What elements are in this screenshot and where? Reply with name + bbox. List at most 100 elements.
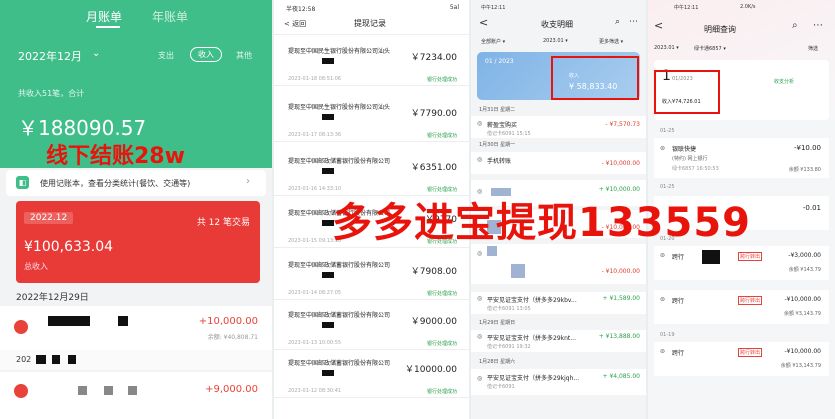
back-button[interactable]: <	[479, 16, 488, 29]
item-sub: 借记卡6091	[487, 384, 515, 390]
item-name: 提现至中国邮政储蓄银行股份有限公司	[288, 158, 391, 165]
tab-indicator	[96, 26, 120, 28]
item-amount: ￥7790.00	[410, 109, 457, 119]
item-amount: -¥10,000.00	[784, 348, 821, 355]
list-item[interactable]: ⊜ 跨行 跨行转出 -¥3,000.00 余额 ¥143.79	[654, 246, 829, 280]
card-amount: ¥100,633.04	[24, 239, 114, 255]
item-status: 银行处理成功	[426, 77, 457, 83]
item-sub: 借记卡6091 13:05	[487, 306, 531, 312]
transfer-icon: ◎	[477, 156, 483, 163]
tab-month[interactable]: 月账单	[86, 8, 122, 25]
item-name: 平安见证宝支付（拼多多29kbv...	[487, 297, 577, 304]
ledger-tip-bar[interactable]: ◧ 使用记账本，查看分类统计(餐饮、交通等) ›	[6, 170, 266, 196]
item-sub: 借记卡6091 19:32	[487, 344, 531, 350]
list-item[interactable]: 提现至中国邮政储蓄银行股份有限公司 ￥6351.00 2023-01-16 14:3…	[274, 146, 469, 196]
list-item[interactable]: 提现至中国邮政储蓄银行股份有限公司 ￥10000.00 2023-01-12 08:…	[274, 348, 469, 398]
status-time: 半夜12:58	[286, 6, 316, 13]
redaction	[118, 316, 128, 326]
amount: +9,000.00	[205, 384, 258, 395]
filter-button[interactable]: 筛选	[808, 45, 818, 52]
card-icon: ⊜	[660, 252, 666, 259]
summary-text: 共收入51笔，合计	[18, 89, 85, 98]
list-item[interactable]: 提现至中国邮政储蓄银行股份有限公司 ￥9000.00 2023-01-13 10:0…	[274, 300, 469, 350]
filter-card[interactable]: 绿卡通6857 ▾	[694, 45, 726, 52]
card-month: 2022.12	[24, 212, 74, 224]
list-item[interactable]: 提现至中国民生银行股份有限公司汕头 ￥7790.00 2023-01-17 08:1…	[274, 92, 469, 142]
item-amount: -0.01	[802, 204, 821, 212]
item-name: 跨行	[672, 298, 685, 305]
list-item[interactable]: ◎ - ¥10,000.00	[471, 244, 646, 284]
list-item[interactable]: ◎ 平安见证宝支付（拼多多29kjqh... 借记卡6091 + ¥4,085.…	[471, 369, 646, 395]
filter-more[interactable]: 更多筛选 ▾	[599, 38, 623, 45]
redaction	[322, 58, 334, 64]
list-item[interactable]: ⊜ 跨行 跨行转出 -¥10,000.00 余额 ¥13,143.79	[654, 342, 829, 376]
page-title: 提现记录	[354, 19, 386, 28]
monthly-bill-screen: 月账单 年账单 2022年12月 ⌄ 支出 收入 其他 共收入51笔，合计 ￥1…	[0, 0, 272, 419]
tab-year[interactable]: 年账单	[152, 8, 188, 25]
filter-account[interactable]: 全部账户 ▾	[481, 38, 505, 45]
item-name: 跨行	[672, 350, 685, 357]
filter-income[interactable]: 收入	[190, 47, 222, 62]
transfer-icon: ◎	[477, 295, 483, 302]
item-status: 银行处理成功	[426, 341, 457, 347]
filter-other[interactable]: 其他	[236, 50, 252, 61]
item-amount: - ¥7,570.73	[605, 121, 640, 128]
status-speed: 2.0K/s	[740, 4, 756, 10]
date-text: 202	[16, 355, 32, 364]
filter-month[interactable]: 2023.01 ▾	[654, 45, 679, 51]
back-button[interactable]: < 返回	[284, 19, 306, 29]
ledger-icon: ◧	[16, 176, 29, 189]
list-item[interactable]: +9,000.00	[0, 372, 272, 419]
bank-icon	[14, 320, 28, 334]
back-button[interactable]: <	[654, 19, 663, 32]
month-selector[interactable]: 2022年12月	[18, 48, 82, 64]
overlay-caption-main: 多多进宝提现133559	[332, 200, 751, 246]
list-item[interactable]: ⊜ 银联快捷 (特约) 网上银行 绿卡6857 16:50:53 -¥10.00…	[654, 138, 829, 178]
redaction	[511, 264, 525, 278]
redaction	[322, 370, 334, 376]
list-item[interactable]: ◎ 手机转账 - ¥10,000.00	[471, 152, 646, 174]
list-item[interactable]: 提现至中国邮政储蓄银行股份有限公司 ￥7908.00 2023-01-14 08:2…	[274, 250, 469, 300]
search-icon[interactable]: ⌕	[792, 20, 798, 31]
item-name: 提现至中国民生银行股份有限公司汕头	[288, 48, 391, 55]
list-item[interactable]: +10,000.00 余额: ¥40,808.71	[0, 306, 272, 350]
section-date: 01-25	[660, 128, 675, 134]
item-amount: ￥7234.00	[410, 53, 457, 63]
divider	[274, 85, 469, 86]
total-amount: ￥188090.57	[18, 116, 147, 140]
item-amount: -¥3,000.00	[788, 252, 821, 259]
income-card: 2022.12 共 12 笔交易 ¥100,633.04 总收入	[16, 201, 260, 283]
item-amount: ￥9000.00	[410, 317, 457, 327]
redaction	[52, 355, 60, 364]
card-icon: ⊜	[660, 348, 666, 355]
more-icon[interactable]: ⋯	[629, 17, 638, 27]
filter-month[interactable]: 2023.01 ▾	[543, 38, 568, 44]
chevron-right-icon: ›	[246, 176, 250, 187]
item-amount: -¥10.00	[793, 144, 821, 152]
list-item[interactable]: 提现至中国民生银行股份有限公司汕头 ￥7234.00 2023-01-18 08:5…	[274, 36, 469, 86]
amount: +10,000.00	[198, 316, 258, 327]
status-signal: 5al	[449, 4, 459, 11]
list-item[interactable]: ◎ 平安见证宝支付（拼多多29kbv... 借记卡6091 13:05 + ¥1…	[471, 292, 646, 314]
date-header: 1月30日 星期一	[479, 142, 516, 148]
redaction	[128, 386, 137, 395]
redaction	[36, 355, 46, 364]
chevron-down-icon[interactable]: ⌄	[92, 48, 100, 59]
filter-expense[interactable]: 支出	[158, 50, 174, 61]
item-name: 手机转账	[487, 158, 512, 165]
item-amount: ￥10000.00	[405, 365, 457, 375]
analysis-button[interactable]: 收支分析	[774, 78, 794, 85]
list-item[interactable]: ◎ 薪盈宝购买 借记卡6091 15:15 - ¥7,570.73	[471, 116, 646, 138]
redaction	[322, 272, 334, 278]
more-icon[interactable]: ⋯	[813, 20, 823, 31]
list-item[interactable]: ⊜ 跨行 跨行转出 -¥10,000.00 余额 ¥3,143.79	[654, 290, 829, 324]
search-icon[interactable]: ⌕	[615, 17, 620, 27]
list-item[interactable]: ◎ 平安见证宝支付（拼多多29knt... 借记卡6091 19:32 + ¥1…	[471, 330, 646, 352]
item-name: 提现至中国邮政储蓄银行股份有限公司	[288, 360, 391, 367]
item-status: 银行处理成功	[426, 291, 457, 297]
item-name: 提现至中国邮政储蓄银行股份有限公司	[288, 312, 391, 319]
tag-badge: 跨行转出	[738, 296, 763, 305]
item-name: 提现至中国邮政储蓄银行股份有限公司	[288, 262, 391, 269]
redaction	[48, 316, 90, 326]
ledger-tip-text: 使用记账本，查看分类统计(餐饮、交通等)	[40, 179, 191, 188]
